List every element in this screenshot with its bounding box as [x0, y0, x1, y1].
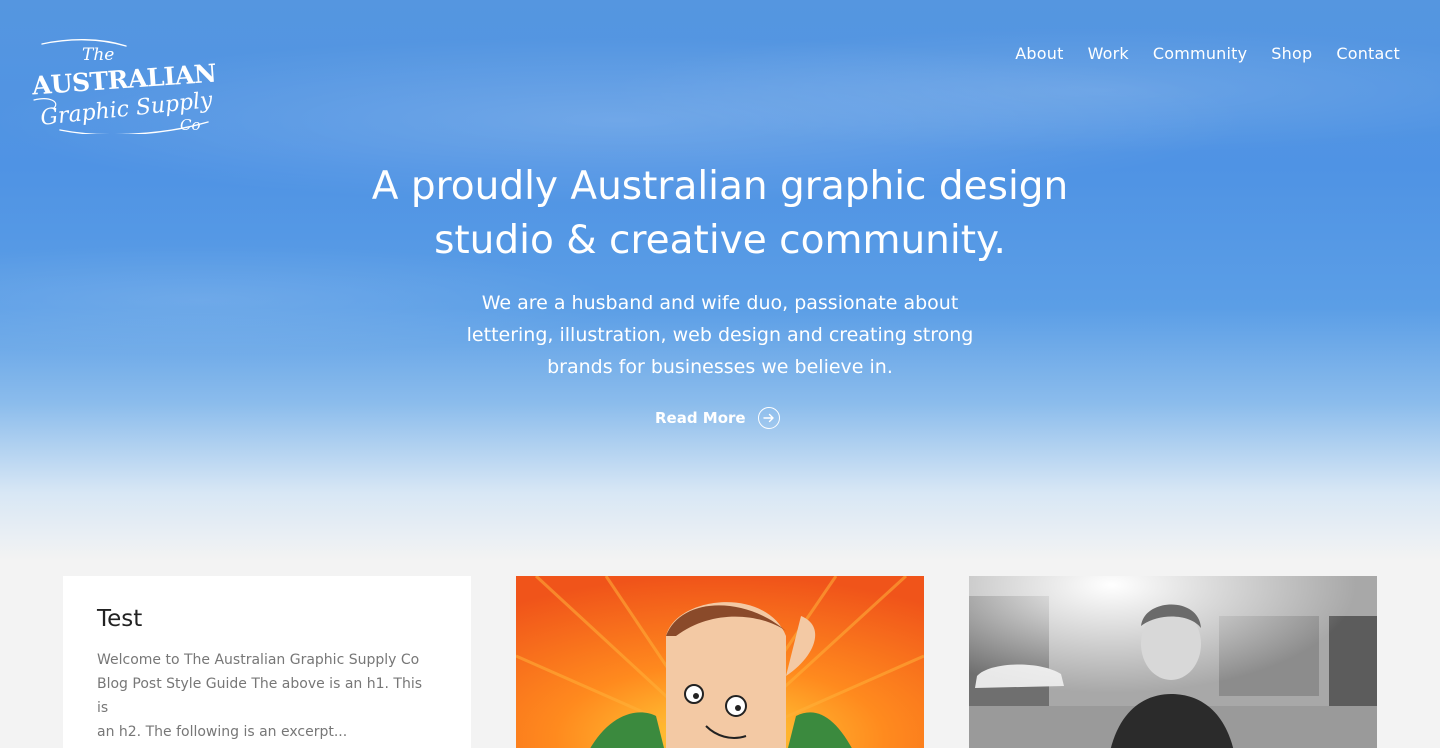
read-more-link[interactable]: Read More: [655, 406, 780, 430]
excerpt-line-3: an h2. The following is an excerpt...: [97, 724, 348, 740]
read-more-label: Read More: [655, 409, 746, 427]
headline-line-1: A proudly Australian graphic design: [371, 164, 1069, 209]
nav-shop[interactable]: Shop: [1271, 44, 1312, 63]
headline-line-2: studio & creative community.: [434, 218, 1006, 263]
nav-about[interactable]: About: [1015, 44, 1063, 63]
arrow-right-circle-icon: [757, 407, 780, 429]
excerpt-line-2: Blog Post Style Guide The above is an h1…: [97, 676, 423, 716]
intro-line-1: We are a husband and wife duo, passionat…: [481, 292, 959, 314]
intro-line-3: brands for businesses we believe in.: [547, 356, 893, 378]
illustration-image: [516, 576, 924, 748]
svg-text:Co: Co: [180, 116, 201, 134]
site-logo[interactable]: The AUSTRALIAN Graphic Supply Co: [30, 38, 220, 134]
main-nav: About Work Community Shop Contact: [1015, 44, 1400, 63]
post-card-photo[interactable]: [969, 576, 1377, 748]
post-card-text[interactable]: Test Welcome to The Australian Graphic S…: [63, 576, 471, 748]
post-title[interactable]: Test: [97, 606, 437, 632]
hero-headline: A proudly Australian graphic design stud…: [320, 160, 1120, 268]
nav-contact[interactable]: Contact: [1336, 44, 1400, 63]
hero-intro: We are a husband and wife duo, passionat…: [420, 287, 1020, 383]
post-card-illustration[interactable]: [516, 576, 924, 748]
nav-work[interactable]: Work: [1088, 44, 1129, 63]
post-excerpt: Welcome to The Australian Graphic Supply…: [97, 648, 437, 744]
intro-line-2: lettering, illustration, web design and …: [466, 324, 974, 346]
excerpt-line-1: Welcome to The Australian Graphic Supply…: [97, 652, 420, 668]
svg-text:The: The: [82, 45, 114, 65]
photo-image: [969, 576, 1377, 748]
nav-community[interactable]: Community: [1153, 44, 1247, 63]
